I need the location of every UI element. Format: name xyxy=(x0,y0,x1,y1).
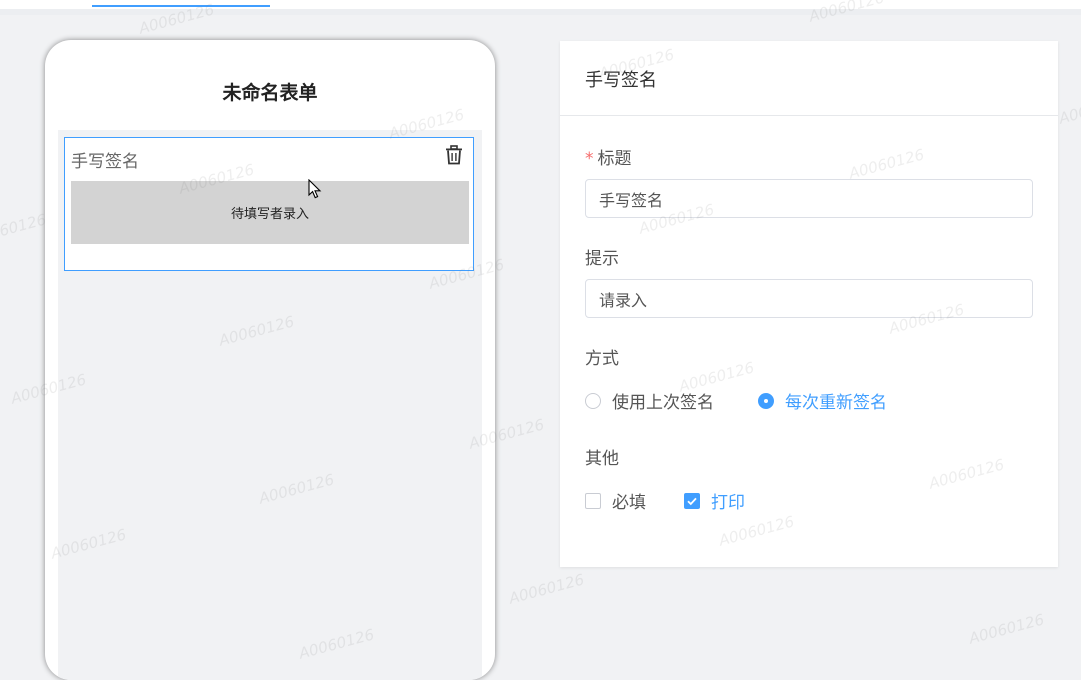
signature-pad-placeholder: 待填写者录入 xyxy=(230,207,309,222)
checkbox-required[interactable]: 必填 xyxy=(585,488,646,513)
radio-resign-each-time[interactable]: 每次重新签名 xyxy=(758,388,887,413)
signature-pad[interactable]: 待填写者录入 xyxy=(71,181,469,244)
check-icon xyxy=(687,497,697,505)
trash-icon[interactable] xyxy=(444,145,464,165)
checkbox-label-print: 打印 xyxy=(711,493,745,513)
panel-header: 手写签名 xyxy=(560,41,1058,116)
required-asterisk: * xyxy=(585,149,594,169)
radio-label-resign: 每次重新签名 xyxy=(785,393,887,413)
form-title: 未命名表单 xyxy=(222,82,318,104)
radio-button-checked[interactable] xyxy=(758,392,774,409)
checkbox-label-required: 必填 xyxy=(612,493,646,513)
radio-button-unchecked[interactable] xyxy=(585,392,601,409)
title-field-label: * 标题 xyxy=(585,144,632,169)
watermark: A0060126 xyxy=(966,610,1047,648)
top-tab-bar xyxy=(0,0,1081,9)
radio-label-use-last: 使用上次签名 xyxy=(612,393,714,413)
watermark: A0060126 xyxy=(1056,90,1081,128)
hint-field-label: 提示 xyxy=(585,249,619,269)
signature-field-label: 手写签名 xyxy=(71,152,139,172)
mode-label: 方式 xyxy=(585,349,619,369)
checkbox-print[interactable]: 打印 xyxy=(684,488,745,513)
signature-field-selected[interactable]: 手写签名 待填写者录入 xyxy=(64,137,474,271)
title-input[interactable] xyxy=(585,179,1033,218)
panel-title: 手写签名 xyxy=(585,70,657,91)
form-canvas: 手写签名 待填写者录入 xyxy=(58,130,482,680)
active-tab-indicator xyxy=(92,5,270,7)
checkbox-checked[interactable] xyxy=(684,492,700,509)
checkbox-unchecked[interactable] xyxy=(585,492,601,509)
watermark: A0060126 xyxy=(0,210,49,248)
field-properties-panel: 手写签名 *标题 提示 方式 使用上次签名 每次重新签名 其他 必填 打印 xyxy=(560,41,1058,567)
title-label-text: 标题 xyxy=(597,149,632,169)
hint-input[interactable] xyxy=(585,279,1033,318)
other-label: 其他 xyxy=(585,449,619,469)
top-divider xyxy=(0,9,1081,15)
mobile-form-preview: 未命名表单 手写签名 待填写者录入 xyxy=(45,40,495,680)
watermark: A0060126 xyxy=(506,570,587,608)
radio-use-last-signature[interactable]: 使用上次签名 xyxy=(585,388,714,413)
